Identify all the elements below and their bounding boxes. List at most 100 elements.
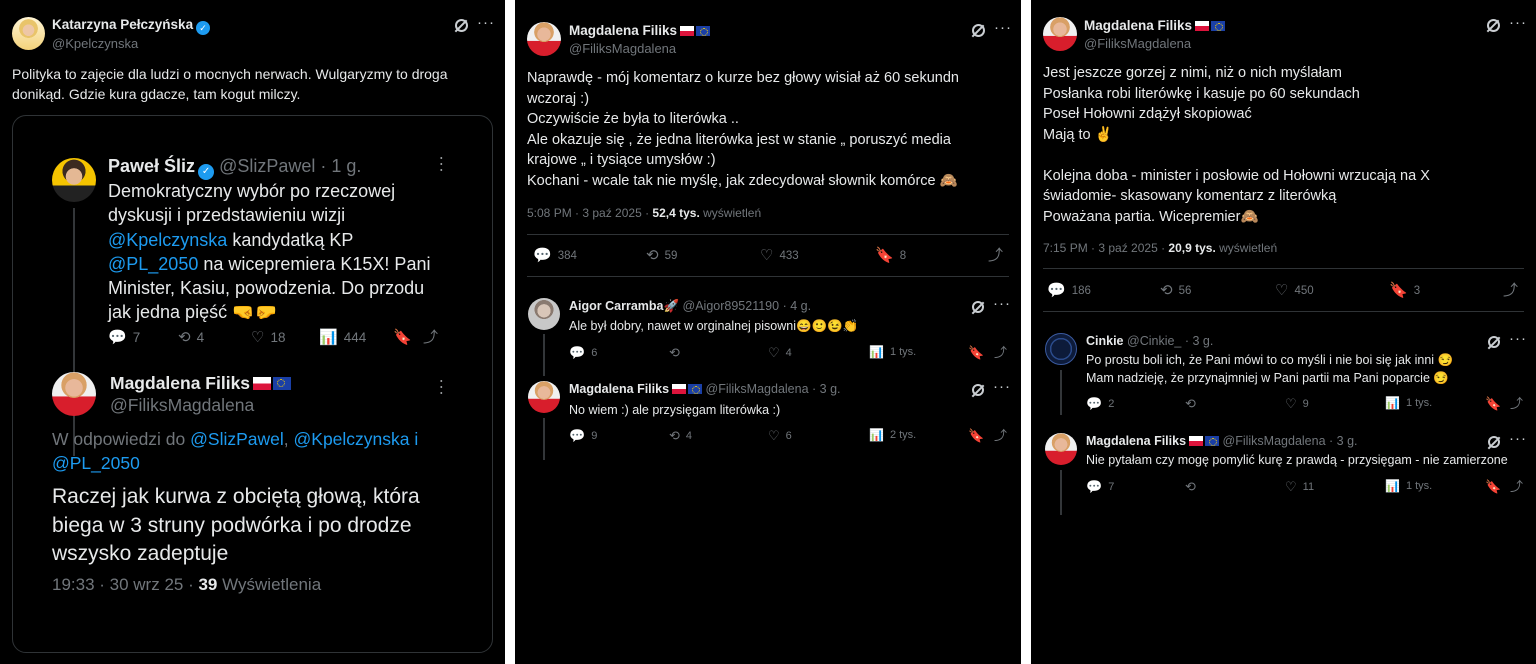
reply-author-handle[interactable]: @Aigor89521190 (683, 299, 780, 313)
views-button[interactable]: 📊 1 tys. (1385, 397, 1432, 409)
share-button[interactable]: ⤴ (988, 248, 1003, 263)
reply-author-name[interactable]: Aigor Carramba🚀 (569, 299, 679, 313)
reply-context: W odpowiedzi do @SlizPawel, @Kpelczynska… (52, 429, 419, 473)
share-icon: ⤴ (423, 329, 439, 346)
views-button[interactable]: 📊 1 tys. (1385, 480, 1432, 492)
quoted-repost-stat: ⟲ 4 (178, 330, 204, 345)
reply-icon: 💬 (108, 329, 127, 346)
quoted-author-handle: @FiliksMagdalena (110, 395, 255, 415)
tweet-panel-filiks-1: Magdalena Filiks @FiliksMagdalena ··· Na… (515, 0, 1021, 664)
reply-icon: 💬 (569, 345, 586, 360)
bookmark-button[interactable]: 🔖 (968, 429, 984, 442)
thread-line (1060, 470, 1062, 515)
share-button[interactable]: ⤴ (994, 346, 1007, 359)
like-button[interactable]: ♡ 4 (768, 346, 792, 359)
reply-text-line: Mam nadzieję, że przynajmniej w Pani par… (1086, 371, 1449, 385)
more-options-icon[interactable]: ··· (477, 14, 495, 31)
tweet-text-line: Jest jeszcze gorzej z nimi, niż o nich m… (1043, 65, 1342, 81)
grok-icon[interactable] (972, 301, 984, 313)
reply-button[interactable]: 💬 186 (1047, 283, 1091, 298)
reply-button[interactable]: 💬 2 (1086, 397, 1114, 410)
reply-author-handle[interactable]: @FiliksMagdalena (1223, 434, 1326, 448)
embedded-screenshot[interactable]: Paweł Śliz ✓ @SlizPawel · 1 g. ··· Demokr… (12, 115, 493, 653)
reply-time[interactable]: · 3 g. (1329, 434, 1358, 448)
author-handle[interactable]: @FiliksMagdalena (569, 41, 676, 56)
repost-button[interactable]: ⟲ (669, 346, 686, 359)
share-button[interactable]: ⤴ (1510, 397, 1523, 410)
author-handle[interactable]: @Kpelczynska (52, 36, 138, 51)
reply-count: 9 (591, 429, 598, 442)
share-button[interactable]: ⤴ (994, 429, 1007, 442)
tweet-text-line: Poseł Hołowni zdążył skopiować (1043, 106, 1252, 122)
grok-icon[interactable] (1488, 436, 1500, 448)
reply-author-handle[interactable]: @FiliksMagdalena (706, 382, 809, 396)
avatar[interactable] (527, 22, 561, 56)
mention-link: @Kpelczynska (293, 429, 410, 449)
bookmark-button[interactable]: 🔖 3 (1389, 283, 1420, 298)
more-options-icon[interactable]: ··· (993, 295, 1011, 312)
like-button[interactable]: ♡ 11 (1285, 480, 1314, 493)
repost-button[interactable]: ⟲ 59 (646, 248, 677, 263)
author-name[interactable]: Magdalena Filiks (1084, 18, 1192, 33)
repost-button[interactable]: ⟲ 4 (669, 429, 692, 442)
bookmark-button[interactable]: 🔖 (1485, 480, 1501, 493)
reply-author-name[interactable]: Magdalena Filiks (1086, 434, 1186, 448)
author-handle[interactable]: @FiliksMagdalena (1084, 36, 1191, 51)
repost-count: 4 (196, 330, 205, 345)
timestamp[interactable]: 7:15 PM · 3 paź 2025 · (1043, 241, 1168, 255)
avatar[interactable] (528, 298, 560, 330)
reply-author-name[interactable]: Magdalena Filiks (569, 382, 669, 396)
like-button[interactable]: ♡ 6 (768, 429, 792, 442)
bookmark-button[interactable]: 🔖 (968, 346, 984, 359)
quoted-author-handle: @SlizPawel (219, 156, 316, 176)
bookmark-button[interactable]: 🔖 (1485, 397, 1501, 410)
like-button[interactable]: ♡ 433 (760, 248, 799, 263)
reply-button[interactable]: 💬 6 (569, 346, 597, 359)
grok-icon[interactable] (972, 24, 985, 37)
views-button[interactable]: 📊 1 tys. (869, 346, 916, 358)
avatar[interactable] (12, 17, 45, 50)
reply-time[interactable]: · 4 g. (783, 299, 812, 313)
bookmark-button[interactable]: 🔖 8 (875, 248, 906, 263)
more-options-icon[interactable]: ··· (1509, 330, 1527, 347)
reply-time[interactable]: · 3 g. (1185, 334, 1214, 348)
more-options-icon[interactable]: ··· (993, 378, 1011, 395)
thread-line (1060, 370, 1062, 415)
more-options-icon[interactable]: ··· (994, 19, 1012, 36)
grok-icon[interactable] (455, 19, 468, 32)
grok-icon[interactable] (1488, 336, 1500, 348)
avatar[interactable] (1045, 333, 1077, 365)
like-button[interactable]: ♡ 9 (1285, 397, 1309, 410)
views-button[interactable]: 📊 2 tys. (869, 429, 916, 441)
avatar[interactable] (1043, 17, 1077, 51)
avatar[interactable] (528, 381, 560, 413)
author-name[interactable]: Katarzyna Pełczyńska (52, 17, 193, 32)
tweet-text-line: Ale okazuje się , że jedna literówka jes… (527, 131, 951, 148)
like-button[interactable]: ♡ 450 (1275, 283, 1314, 298)
avatar[interactable] (1045, 433, 1077, 465)
share-icon: ⤴ (1510, 479, 1524, 494)
reply-button[interactable]: 💬 9 (569, 429, 597, 442)
repost-button[interactable]: ⟲ 56 (1160, 283, 1191, 298)
view-count: 1 tys. (889, 346, 917, 358)
repost-button[interactable]: ⟲ (1185, 480, 1202, 493)
grok-icon[interactable] (1487, 19, 1500, 32)
reply-button[interactable]: 💬 384 (533, 248, 577, 263)
reply-author-name[interactable]: Cinkie (1086, 334, 1124, 348)
repost-button[interactable]: ⟲ (1185, 397, 1202, 410)
share-button[interactable]: ⤴ (1503, 283, 1518, 298)
tweet-text-line: wczoraj :) (527, 90, 590, 107)
timestamp[interactable]: 5:08 PM · 3 paź 2025 · (527, 206, 652, 220)
grok-icon[interactable] (972, 384, 984, 396)
views-icon: 📊 (1385, 396, 1400, 410)
more-options-icon: ··· (433, 155, 451, 174)
author-name[interactable]: Magdalena Filiks (569, 23, 677, 38)
reply-author-handle[interactable]: @Cinkie_ (1127, 334, 1181, 348)
poland-flag-icon (680, 26, 695, 36)
more-options-icon[interactable]: ··· (1509, 430, 1527, 447)
reply-time[interactable]: · 3 g. (812, 382, 841, 396)
tweet-text-line: Kochani - wcale tak nie myślę, jak zdecy… (527, 172, 958, 189)
reply-button[interactable]: 💬 7 (1086, 480, 1114, 493)
share-button[interactable]: ⤴ (1510, 480, 1523, 493)
more-options-icon[interactable]: ··· (1509, 14, 1527, 31)
